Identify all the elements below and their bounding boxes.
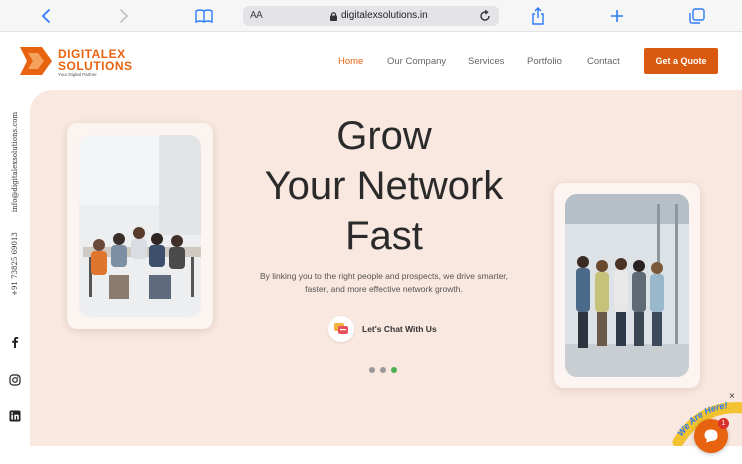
side-contact-strip: info@digitalexsolutions.com +91 73825 69… [0, 90, 30, 446]
share-icon[interactable] [527, 5, 549, 27]
instagram-icon[interactable] [9, 374, 21, 386]
chat-icon [704, 429, 718, 443]
lets-chat-button[interactable]: Let's Chat With Us [328, 316, 437, 342]
email-link[interactable]: info@digitalexsolutions.com [11, 112, 19, 212]
lock-icon [330, 12, 337, 21]
carousel-dot[interactable] [369, 367, 375, 373]
text-size-button[interactable]: AA [250, 10, 263, 21]
reload-icon[interactable] [478, 9, 492, 23]
tabs-icon[interactable] [686, 5, 708, 27]
get-a-quote-button[interactable]: Get a Quote [644, 48, 718, 74]
lets-chat-label: Let's Chat With Us [362, 324, 437, 334]
logo-icon[interactable] [18, 45, 54, 77]
site-header: DIGITALEX SOLUTIONS Your Digital Partner… [0, 32, 742, 90]
facebook-icon[interactable] [9, 336, 21, 348]
carousel-dot[interactable] [380, 367, 386, 373]
book-icon[interactable] [193, 5, 215, 27]
nav-contact[interactable]: Contact [587, 56, 620, 67]
hero-photo-card-left [67, 123, 213, 329]
logo-tagline: Your Digital Partner [58, 72, 97, 77]
browser-toolbar: AA digitalexsolutions.in [0, 0, 742, 32]
phone-link[interactable]: +91 73825 69013 [11, 232, 19, 296]
linkedin-icon[interactable] [9, 410, 21, 422]
hero-title: Grow [336, 114, 432, 158]
nav-our-company[interactable]: Our Company [387, 56, 446, 67]
hero-subtitle: By linking you to the right people and p… [259, 271, 509, 294]
hero-photo-card-right [554, 183, 700, 388]
nav-portfolio[interactable]: Portfolio [527, 56, 562, 67]
hero-title: Your Network [264, 164, 504, 208]
url-text: digitalexsolutions.in [341, 10, 428, 21]
hero-section: Grow Your Network Fast By linking you to… [30, 90, 742, 446]
plus-icon[interactable] [606, 5, 628, 27]
url-bar[interactable]: AA digitalexsolutions.in [243, 6, 499, 26]
team-meeting-photo [79, 135, 201, 317]
logo-text[interactable]: SOLUTIONS [58, 59, 133, 73]
back-icon[interactable] [35, 5, 57, 27]
hero-title: Fast [345, 214, 423, 258]
forward-icon[interactable] [113, 5, 135, 27]
nav-services[interactable]: Services [468, 56, 504, 67]
nav-home[interactable]: Home [338, 56, 363, 67]
notification-badge: 1 [718, 418, 729, 429]
team-standing-photo [565, 194, 689, 377]
carousel-dot-active[interactable] [391, 367, 397, 373]
chat-bubble-icon [328, 316, 354, 342]
page-bottom [0, 446, 742, 464]
